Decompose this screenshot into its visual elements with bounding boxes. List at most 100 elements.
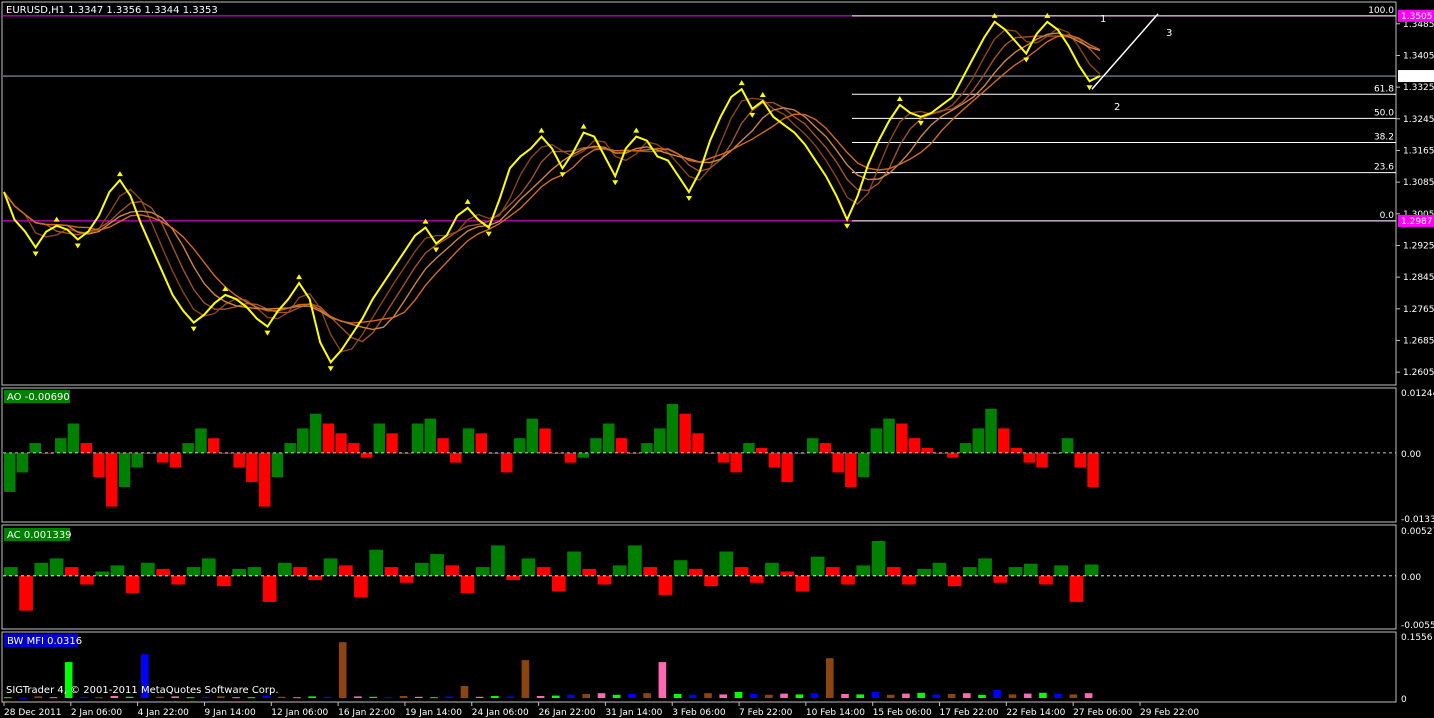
mfi-bar <box>384 697 393 699</box>
histogram-bar <box>963 567 977 576</box>
main-panel-frame <box>1 1 1397 386</box>
fib-label-100.0: 100.0 <box>1368 6 1394 16</box>
histogram-bar <box>354 575 368 598</box>
mfi-bar <box>1008 694 1017 698</box>
histogram-bar <box>780 571 794 576</box>
fractal-up-marker <box>633 127 640 133</box>
histogram-bar <box>993 575 1008 583</box>
x-tick-label: 7 Feb 22:00 <box>739 708 793 718</box>
mfi-bar <box>95 697 103 699</box>
histogram-bar <box>4 567 18 576</box>
histogram-bar <box>612 565 627 576</box>
mfi-bar <box>293 697 301 699</box>
x-tick-label: 4 Jan 22:00 <box>138 708 190 718</box>
histogram-bar <box>430 554 444 576</box>
histogram-bar <box>513 438 526 453</box>
y-tick-label: -0.00554 <box>1401 621 1434 631</box>
mfi-bar <box>308 696 316 698</box>
histogram-bar <box>171 575 186 585</box>
x-tick-label: 12 Jan 06:00 <box>271 708 328 718</box>
histogram-bar <box>297 428 309 453</box>
histogram-bar <box>947 452 959 458</box>
mfi-bar <box>201 696 210 698</box>
mfi-bar <box>232 697 240 699</box>
histogram-bar <box>717 452 730 463</box>
histogram-bar <box>1008 567 1023 576</box>
mfi-bar <box>689 694 697 698</box>
histogram-bar <box>1061 438 1074 453</box>
lower-level-line-label: 1.2987 <box>1401 217 1433 227</box>
histogram-bar <box>917 568 931 576</box>
y-tick-label: 1.3245 <box>1403 115 1434 125</box>
x-tick-label: 2 Jan 06:00 <box>71 708 123 718</box>
histogram-bar <box>1074 452 1086 468</box>
mfi-bar <box>49 697 58 699</box>
fractal-down-marker <box>74 243 81 249</box>
mfi-bar <box>978 694 986 698</box>
x-tick-label: 15 Feb 06:00 <box>873 708 932 718</box>
y-tick-label: 0.1556 <box>1401 633 1433 643</box>
histogram-bar <box>886 567 901 576</box>
histogram-bar <box>262 575 277 602</box>
histogram-bar <box>567 551 581 576</box>
histogram-bar <box>67 423 80 453</box>
x-tick-label: 22 Feb 14:00 <box>1006 708 1065 718</box>
histogram-bar <box>810 556 825 576</box>
x-tick-label: 26 Jan 22:00 <box>539 708 596 718</box>
histogram-bar <box>743 443 755 453</box>
fractal-down-marker <box>917 120 924 126</box>
x-tick-label: 17 Feb 22:00 <box>940 708 999 718</box>
histogram-bar <box>526 418 538 453</box>
histogram-bar <box>972 428 985 453</box>
y-tick-label: 1.2605 <box>1403 368 1434 378</box>
mfi-bar <box>430 697 438 699</box>
histogram-bar <box>384 567 399 576</box>
y-tick-label: 0.00 <box>1401 450 1421 460</box>
ac-title: AC 0.001339 <box>7 530 72 541</box>
y-tick-label: 1.3085 <box>1403 178 1434 188</box>
histogram-bar <box>679 413 691 453</box>
mfi-bar <box>993 690 1001 698</box>
mfi-bar <box>247 697 256 699</box>
histogram-bar <box>506 575 520 581</box>
histogram-bar <box>399 575 414 583</box>
histogram-bar <box>278 562 292 576</box>
x-tick-label: 10 Feb 14:00 <box>806 708 865 718</box>
mfi-bar <box>673 694 682 698</box>
histogram-bar <box>719 551 734 576</box>
mfi-bar <box>765 694 773 698</box>
mfi-bar <box>536 696 545 698</box>
mfi-bar <box>947 694 956 698</box>
histogram-bar <box>156 452 169 463</box>
fractal-down-marker <box>264 330 271 336</box>
fractal-down-marker <box>485 231 492 237</box>
histogram-bar <box>845 452 857 487</box>
mfi-bar <box>110 696 119 698</box>
mfi-bar <box>597 693 606 698</box>
histogram-bar <box>445 565 460 576</box>
histogram-bar <box>460 575 475 594</box>
y-tick-label: 1.2685 <box>1403 336 1434 346</box>
mfi-bar <box>810 693 819 698</box>
histogram-bar <box>450 452 462 463</box>
y-tick-label: 1.2845 <box>1403 273 1434 283</box>
y-tick-label: 0.01244 <box>1401 389 1434 399</box>
histogram-bar <box>730 452 742 473</box>
mfi-bar <box>612 694 621 698</box>
wave-label-1: 1 <box>1100 14 1106 25</box>
histogram-bar <box>577 452 589 458</box>
histogram-bar <box>1069 575 1084 602</box>
mfi-bar <box>704 693 712 698</box>
mfi-bar <box>491 696 499 698</box>
histogram-bar <box>55 438 67 453</box>
histogram-bar <box>169 452 182 468</box>
fractal-up-marker <box>580 123 587 129</box>
mfi-bar <box>1039 692 1047 698</box>
histogram-bar <box>673 560 688 576</box>
histogram-bar <box>186 567 201 576</box>
histogram-bar <box>308 575 323 581</box>
mfi-bar <box>156 696 164 698</box>
fractal-up-marker <box>53 216 60 222</box>
histogram-bar <box>284 443 296 453</box>
histogram-bar <box>156 568 170 576</box>
